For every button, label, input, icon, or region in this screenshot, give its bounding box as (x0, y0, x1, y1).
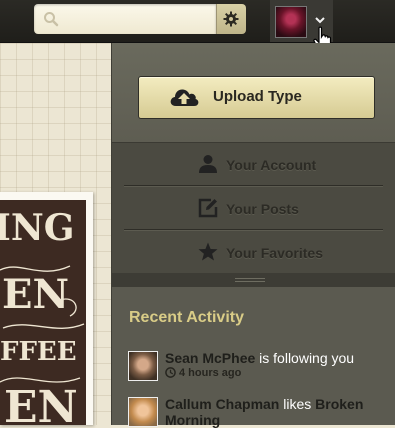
upload-type-button[interactable]: Upload Type (138, 76, 375, 119)
edit-icon (198, 198, 218, 218)
avatar[interactable] (128, 351, 158, 381)
search-box (34, 4, 216, 34)
type-poster-thumbnail[interactable]: ING EN FFEE EN (0, 192, 93, 425)
poster-artwork: ING EN FFEE EN (0, 207, 85, 425)
search-input[interactable] (64, 9, 214, 31)
person-icon (199, 155, 217, 173)
menu-item-label: Your Favorites (226, 245, 323, 261)
star-icon (198, 242, 218, 261)
menu-item-label: Your Posts (226, 201, 299, 217)
chevron-down-icon (315, 17, 325, 24)
avatar[interactable] (128, 397, 158, 427)
account-nav: Your Account Your Posts Your Favorites (112, 143, 395, 273)
menu-item-your-favorites[interactable]: Your Favorites (124, 231, 383, 273)
upload-type-label: Upload Type (213, 88, 302, 105)
menu-item-your-account[interactable]: Your Account (124, 143, 383, 186)
activity-timestamp: 4 hours ago (165, 367, 241, 379)
menu-item-your-posts[interactable]: Your Posts (124, 187, 383, 230)
panel-header: Upload Type (112, 43, 395, 143)
poster-line-3: FFEE (0, 337, 77, 367)
recent-activity-section: Recent Activity Sean McPhee is following… (112, 287, 395, 428)
activity-action: likes (283, 396, 312, 412)
gear-icon (223, 11, 239, 27)
activity-action: is following you (259, 350, 355, 366)
activity-user-link[interactable]: Sean McPhee (165, 350, 255, 366)
menu-item-label: Your Account (226, 157, 317, 173)
clock-icon (165, 367, 176, 378)
search-icon (43, 11, 59, 32)
avatar (275, 6, 307, 38)
top-bar (0, 0, 395, 51)
settings-button[interactable] (216, 4, 246, 34)
poster-line-1: ING (0, 207, 75, 249)
panel-resize-grip[interactable] (112, 273, 395, 287)
recent-activity-title: Recent Activity (129, 309, 244, 326)
cloud-upload-icon (170, 89, 199, 106)
poster-line-2: EN (2, 271, 69, 318)
user-dropdown-panel: Upload Type Your Account Your Posts Your… (111, 43, 395, 428)
activity-time-label: 4 hours ago (179, 367, 242, 379)
poster-line-4: EN (4, 382, 78, 425)
activity-user-link[interactable]: Callum Chapman (165, 396, 279, 412)
